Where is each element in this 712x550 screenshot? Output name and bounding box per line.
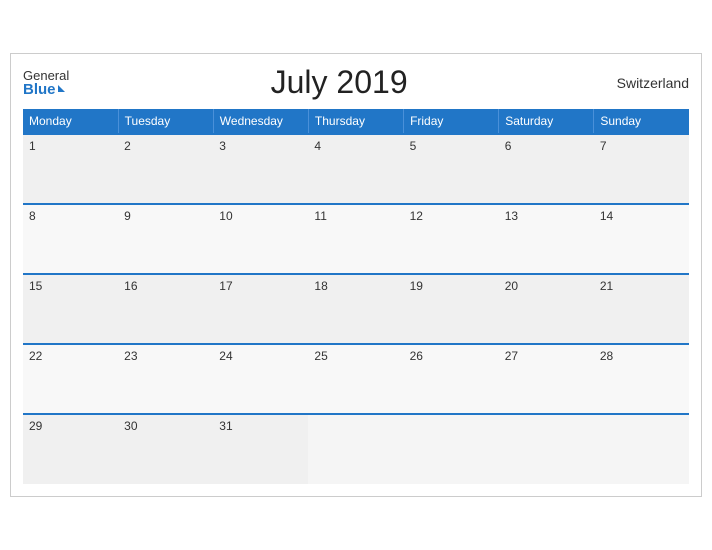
country-name: Switzerland: [609, 75, 689, 91]
calendar-cell: 3: [213, 134, 308, 204]
header-thursday: Thursday: [308, 109, 403, 134]
day-number: 19: [410, 279, 423, 293]
calendar-cell: 26: [404, 344, 499, 414]
calendar-cell: 29: [23, 414, 118, 484]
calendar-title: July 2019: [69, 64, 609, 101]
header-sunday: Sunday: [594, 109, 689, 134]
day-number: 5: [410, 139, 417, 153]
day-number: 6: [505, 139, 512, 153]
calendar-cell: 28: [594, 344, 689, 414]
calendar-cell: 9: [118, 204, 213, 274]
logo-blue-text: Blue: [23, 82, 65, 97]
day-number: 11: [314, 209, 326, 223]
day-number: 30: [124, 419, 137, 433]
calendar-cell: 11: [308, 204, 403, 274]
calendar-cell: 1: [23, 134, 118, 204]
logo: General Blue: [23, 69, 69, 97]
header-friday: Friday: [404, 109, 499, 134]
day-number: 29: [29, 419, 42, 433]
header-tuesday: Tuesday: [118, 109, 213, 134]
calendar-cell: 8: [23, 204, 118, 274]
day-number: 18: [314, 279, 327, 293]
day-number: 8: [29, 209, 36, 223]
header-saturday: Saturday: [499, 109, 594, 134]
day-number: 31: [219, 419, 232, 433]
calendar-cell: 31: [213, 414, 308, 484]
calendar-cell: [404, 414, 499, 484]
logo-triangle-icon: [58, 85, 65, 92]
header-wednesday: Wednesday: [213, 109, 308, 134]
calendar-container: General Blue July 2019 Switzerland Monda…: [10, 53, 702, 497]
day-number: 25: [314, 349, 327, 363]
calendar-cell: 15: [23, 274, 118, 344]
calendar-cell: 30: [118, 414, 213, 484]
day-number: 13: [505, 209, 518, 223]
calendar-cell: 13: [499, 204, 594, 274]
day-number: 21: [600, 279, 613, 293]
calendar-cell: 12: [404, 204, 499, 274]
day-number: 24: [219, 349, 232, 363]
day-number: 14: [600, 209, 613, 223]
day-number: 15: [29, 279, 42, 293]
calendar-cell: 2: [118, 134, 213, 204]
calendar-cell: [308, 414, 403, 484]
calendar-cell: 14: [594, 204, 689, 274]
day-number: 20: [505, 279, 518, 293]
week-row-4: 22 23 24 25 26 27 28: [23, 344, 689, 414]
day-number: 16: [124, 279, 137, 293]
day-number: 22: [29, 349, 42, 363]
day-number: 1: [29, 139, 36, 153]
calendar-cell: [594, 414, 689, 484]
calendar-cell: 7: [594, 134, 689, 204]
day-number: 27: [505, 349, 518, 363]
day-number: 23: [124, 349, 137, 363]
calendar-grid: Monday Tuesday Wednesday Thursday Friday…: [23, 109, 689, 484]
header-monday: Monday: [23, 109, 118, 134]
calendar-cell: 18: [308, 274, 403, 344]
day-number: 17: [219, 279, 232, 293]
calendar-cell: 20: [499, 274, 594, 344]
day-number: 9: [124, 209, 131, 223]
calendar-cell: 16: [118, 274, 213, 344]
week-row-5: 29 30 31: [23, 414, 689, 484]
calendar-cell: [499, 414, 594, 484]
day-number: 4: [314, 139, 321, 153]
day-number: 12: [410, 209, 423, 223]
calendar-cell: 4: [308, 134, 403, 204]
calendar-cell: 25: [308, 344, 403, 414]
calendar-cell: 21: [594, 274, 689, 344]
week-row-2: 8 9 10 11 12 13 14: [23, 204, 689, 274]
calendar-cell: 27: [499, 344, 594, 414]
week-row-3: 15 16 17 18 19 20 21: [23, 274, 689, 344]
calendar-cell: 6: [499, 134, 594, 204]
calendar-cell: 23: [118, 344, 213, 414]
calendar-body: 1234567891011121314151617181920212223242…: [23, 134, 689, 484]
calendar-cell: 5: [404, 134, 499, 204]
day-number: 26: [410, 349, 423, 363]
logo-general-text: General: [23, 69, 69, 82]
calendar-cell: 10: [213, 204, 308, 274]
day-number: 28: [600, 349, 613, 363]
weekday-header-row: Monday Tuesday Wednesday Thursday Friday…: [23, 109, 689, 134]
calendar-cell: 24: [213, 344, 308, 414]
day-number: 10: [219, 209, 232, 223]
day-number: 7: [600, 139, 607, 153]
calendar-header: General Blue July 2019 Switzerland: [23, 64, 689, 101]
calendar-cell: 19: [404, 274, 499, 344]
day-number: 2: [124, 139, 131, 153]
day-number: 3: [219, 139, 226, 153]
calendar-cell: 17: [213, 274, 308, 344]
week-row-1: 1 2 3 4 5 6 7: [23, 134, 689, 204]
calendar-cell: 22: [23, 344, 118, 414]
